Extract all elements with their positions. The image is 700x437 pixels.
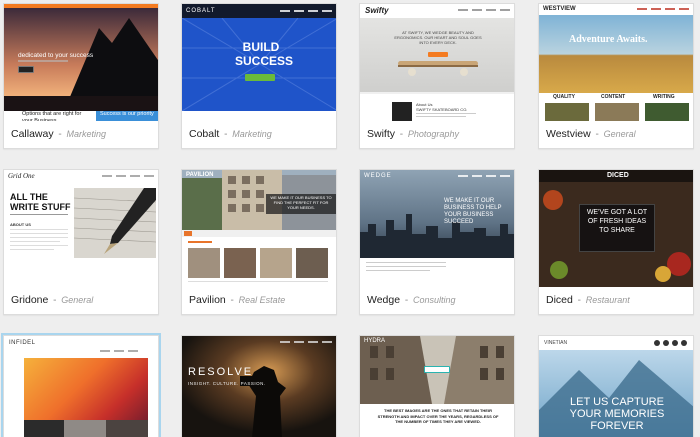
feature-quality: QUALITY <box>553 94 575 100</box>
theme-name: Diced <box>546 294 573 306</box>
hero-headline: BUILD SUCCESS <box>235 40 294 68</box>
theme-card-swifty[interactable]: Swifty AT SWIFTY, WE WEDGE BEAUTY AND ER… <box>359 3 515 149</box>
theme-thumbnail: Swifty AT SWIFTY, WE WEDGE BEAUTY AND ER… <box>360 4 514 121</box>
theme-thumbnail: Grid One ALL THE WRITE STUFF ABOUT US <box>4 170 158 287</box>
theme-category: General <box>61 295 94 305</box>
social-icon <box>681 340 687 346</box>
theme-category: Restaurant <box>585 295 630 305</box>
theme-thumbnail: DICED WE'VE GOT A LOT OF FRESH IDEAS TO … <box>539 170 693 287</box>
listing-photo-1 <box>188 248 220 278</box>
theme-caption: Westview - General <box>546 128 636 140</box>
social-icon <box>663 340 669 346</box>
feature-image-3 <box>645 103 689 121</box>
theme-caption: Cobalt - Marketing <box>189 128 272 140</box>
hero-tagline: dedicated to your success <box>18 52 94 59</box>
theme-logo: Grid One <box>8 172 35 180</box>
theme-card-infidel[interactable]: INFIDEL <box>3 335 159 437</box>
theme-thumbnail: INFIDEL <box>4 336 158 437</box>
theme-logo: INFIDEL <box>9 340 36 346</box>
theme-logo: COBALT <box>186 8 216 14</box>
theme-card-hydra[interactable]: HYDRA THE BEST IMAGES ARE THE ONES THAT … <box>359 335 515 437</box>
theme-card-gridone[interactable]: Grid One ALL THE WRITE STUFF ABOUT US Gr… <box>3 169 159 315</box>
theme-thumbnail: VINETIAN LET US CAPTURE YOUR MEMORIES FO… <box>539 336 693 437</box>
hero-headline: Adventure Awaits. <box>569 34 648 45</box>
theme-caption: Gridone - General <box>11 294 94 306</box>
social-icon <box>672 340 678 346</box>
theme-logo: Swifty <box>365 6 389 15</box>
hero-button <box>424 366 450 373</box>
theme-thumbnail: PAVILION WE MAKE IT OUR BUSINESS TO FIND… <box>182 170 336 287</box>
skateboard-icon <box>398 61 478 76</box>
theme-name: Pavilion <box>189 294 226 306</box>
theme-card-vinetian[interactable]: VINETIAN LET US CAPTURE YOUR MEMORIES FO… <box>538 335 694 437</box>
theme-name: Wedge <box>367 294 401 306</box>
theme-logo: DICED <box>607 172 629 179</box>
theme-thumbnail: COBALT BUILD SUCCESS <box>182 4 336 121</box>
band-left-text: Options that are right for your Business <box>22 111 82 121</box>
theme-card-resolve[interactable]: RESOLVE INSIGHT. CULTURE. PASSION. <box>181 335 337 437</box>
theme-logo: PAVILION <box>186 172 214 178</box>
theme-name: Callaway <box>11 128 54 140</box>
theme-card-pavilion[interactable]: PAVILION WE MAKE IT OUR BUSINESS TO FIND… <box>181 169 337 315</box>
social-icon <box>654 340 660 346</box>
about-heading: ABOUT US <box>10 222 31 227</box>
theme-card-wedge[interactable]: WEDGE WE MAKE IT OUR BUSINESS TO HELP YO… <box>359 169 515 315</box>
fountain-pen-icon <box>74 188 156 258</box>
theme-thumbnail: callaway dedicated to your success Optio… <box>4 4 158 121</box>
hero-button <box>18 66 34 73</box>
theme-logo: HYDRA <box>364 338 386 344</box>
theme-caption: Callaway - Marketing <box>11 128 107 140</box>
theme-name: Westview <box>546 128 591 140</box>
listing-photo-2 <box>224 248 256 278</box>
theme-card-cobalt[interactable]: COBALT BUILD SUCCESS Cobalt - Marketing <box>181 3 337 149</box>
theme-caption: Wedge - Consulting <box>367 294 456 306</box>
theme-card-callaway[interactable]: callaway dedicated to your success Optio… <box>3 3 159 149</box>
theme-logo: WESTVIEW <box>543 6 576 12</box>
theme-caption: Swifty - Photography <box>367 128 459 140</box>
hero-headline: THE BEST IMAGES ARE THE ONES THAT RETAIN… <box>377 408 499 424</box>
theme-logo: WEDGE <box>364 173 392 179</box>
theme-category: Photography <box>407 129 459 139</box>
hero-headline: WE MAKE IT OUR BUSINESS TO FIND THE PERF… <box>270 195 332 210</box>
feature-image-1 <box>545 103 589 121</box>
theme-caption: Pavilion - Real Estate <box>189 294 286 306</box>
feature-image-2 <box>595 103 639 121</box>
theme-logo: VINETIAN <box>544 340 568 346</box>
theme-card-westview[interactable]: WESTVIEW Adventure Awaits. QUALITY CONTE… <box>538 3 694 149</box>
theme-category: Marketing <box>66 129 107 139</box>
listing-photo-3 <box>260 248 292 278</box>
theme-gallery: callaway dedicated to your success Optio… <box>0 0 700 437</box>
hero-headline: LET US CAPTURE YOUR MEMORIES FOREVER <box>569 396 665 432</box>
theme-card-diced[interactable]: DICED WE'VE GOT A LOT OF FRESH IDEAS TO … <box>538 169 694 315</box>
hero-button <box>245 74 275 81</box>
photographer-silhouette-icon <box>182 336 336 437</box>
theme-name: Cobalt <box>189 128 220 140</box>
theme-category: Real Estate <box>238 295 286 305</box>
hero-subline: INSIGHT. CULTURE. PASSION. <box>188 381 266 386</box>
theme-category: General <box>603 129 636 139</box>
theme-category: Marketing <box>232 129 272 139</box>
theme-name: Swifty <box>367 128 396 140</box>
wheat-field-icon <box>539 15 693 93</box>
about-photo <box>392 102 412 121</box>
theme-thumbnail: HYDRA THE BEST IMAGES ARE THE ONES THAT … <box>360 336 514 437</box>
theme-thumbnail: WEDGE WE MAKE IT OUR BUSINESS TO HELP YO… <box>360 170 514 287</box>
hero-image <box>24 358 148 420</box>
theme-caption: Diced - Restaurant <box>546 294 630 306</box>
band-right-text: Success is our priority <box>100 111 154 117</box>
hero-headline: AT SWIFTY, WE WEDGE BEAUTY AND ERGONOMIC… <box>394 30 482 45</box>
hero-headline: RESOLVE <box>188 366 254 378</box>
listing-photo-4 <box>296 248 328 278</box>
hero-headline: WE MAKE IT OUR BUSINESS TO HELP YOUR BUS… <box>444 198 502 225</box>
feature-content: CONTENT <box>601 94 626 100</box>
hero-headline: ALL THE WRITE STUFF <box>10 192 71 212</box>
about-line: SWIFTY SKATEBOARD CO. <box>416 107 468 112</box>
theme-thumbnail: RESOLVE INSIGHT. CULTURE. PASSION. <box>182 336 336 437</box>
hero-headline: WE'VE GOT A LOT OF FRESH IDEAS TO SHARE <box>586 209 648 234</box>
feature-writing: WRITING <box>653 94 675 100</box>
theme-category: Consulting <box>412 295 456 305</box>
theme-thumbnail: WESTVIEW Adventure Awaits. QUALITY CONTE… <box>539 4 693 121</box>
theme-name: Gridone <box>11 294 49 306</box>
